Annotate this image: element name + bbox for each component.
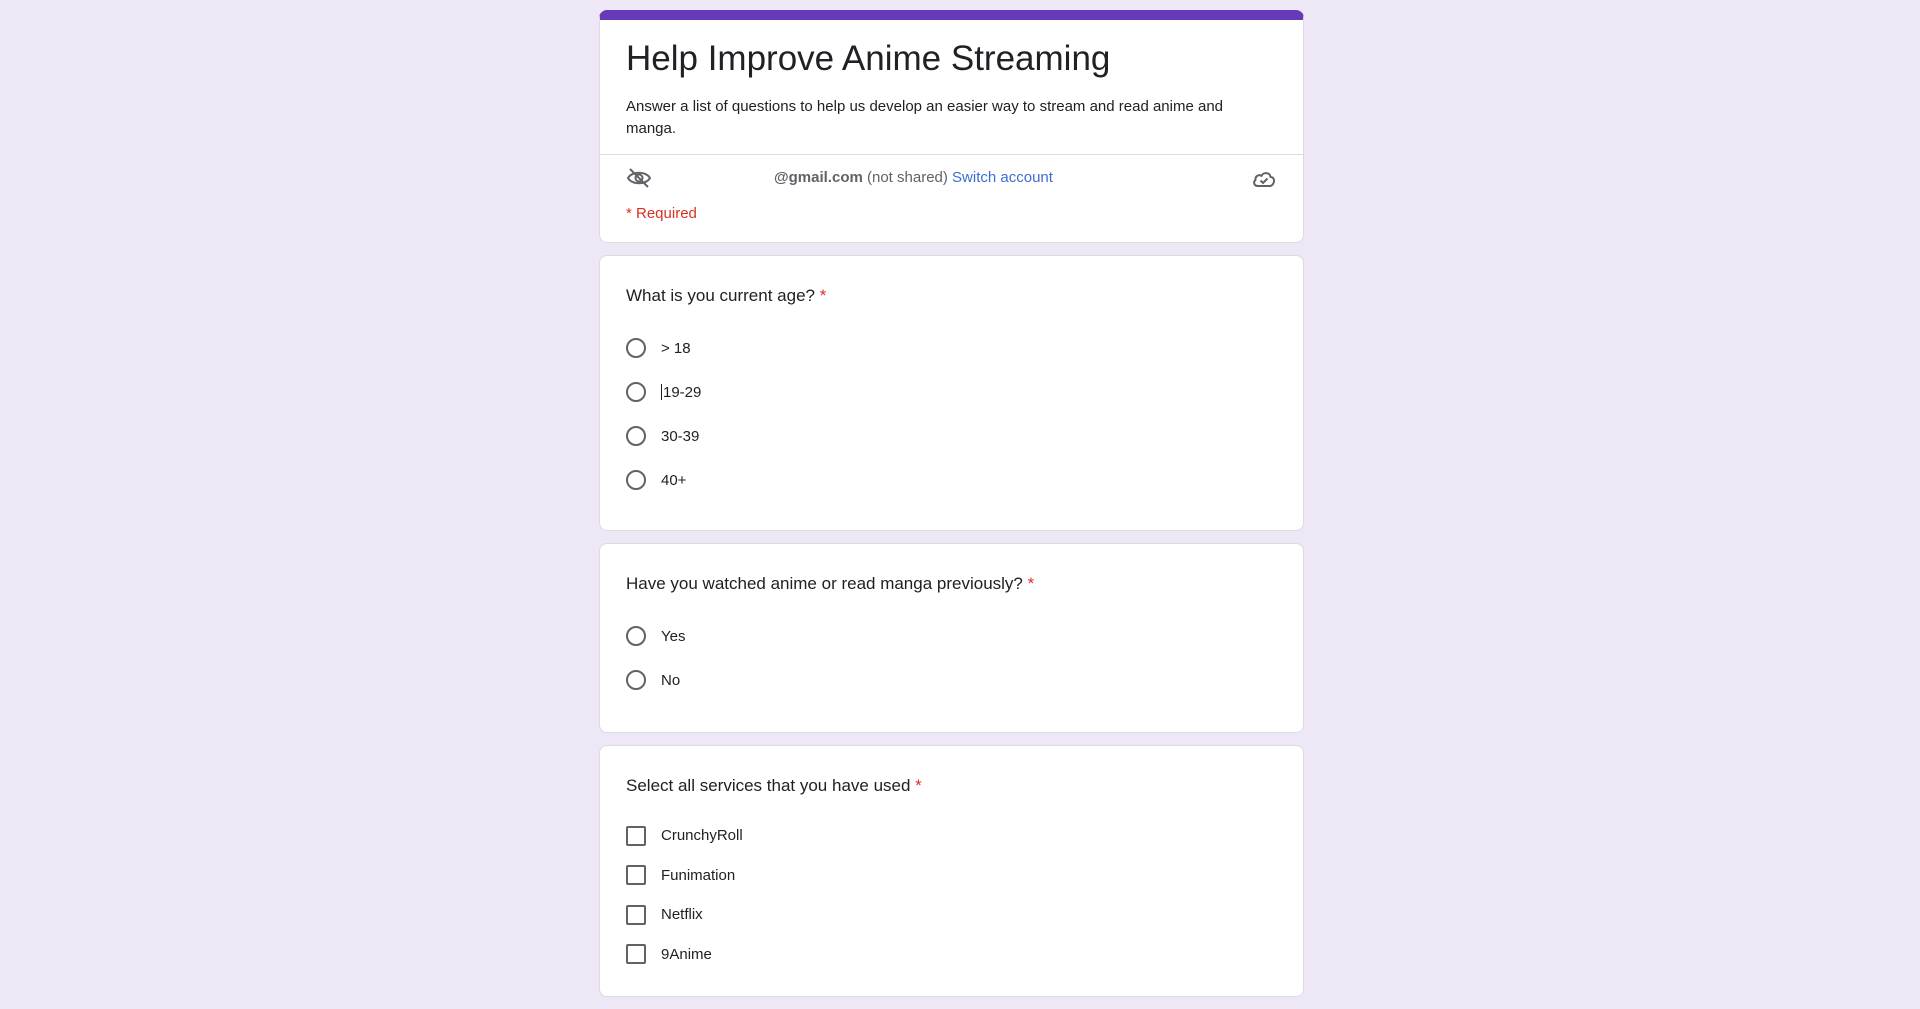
question-text: What is you current age? [626, 286, 815, 305]
question-text: Have you watched anime or read manga pre… [626, 574, 1023, 593]
option-label: Netflix [661, 906, 703, 924]
question-card-services: Select all services that you have used *… [599, 745, 1304, 997]
option-label: 19-29 [663, 383, 702, 401]
cloud-done-icon [1253, 172, 1276, 187]
radio-button[interactable] [626, 382, 646, 402]
form-description: Answer a list of questions to help us de… [626, 98, 1224, 137]
option-label-wrap: 19-29 [661, 383, 702, 401]
required-asterisk: * [1027, 574, 1035, 593]
checkbox[interactable] [626, 944, 646, 965]
option-label: 30-39 [661, 427, 700, 445]
option-label: 9Anime [661, 945, 712, 963]
radio-option[interactable]: 30-39 [626, 414, 1277, 458]
form-title: Help Improve Anime Streaming [626, 39, 1111, 78]
option-label: Funimation [661, 866, 736, 884]
checkbox[interactable] [626, 865, 646, 886]
form-header-card: Help Improve Anime Streaming Answer a li… [599, 10, 1304, 243]
account-row: @gmail.com (not shared) Switch account [600, 155, 1303, 201]
account-info: @gmail.com (not shared) Switch account [774, 169, 1053, 186]
radio-button[interactable] [626, 470, 646, 490]
not-shared-label: (not shared) [867, 169, 948, 186]
radio-option[interactable]: 19-29 [626, 370, 1277, 414]
option-label: > 18 [661, 339, 691, 357]
option-label: 40+ [661, 471, 687, 489]
question-text: Select all services that you have used [626, 776, 911, 795]
radio-button[interactable] [626, 670, 646, 690]
switch-account-link[interactable]: Switch account [952, 169, 1053, 186]
option-label: No [661, 671, 681, 689]
checkbox-option[interactable]: Funimation [626, 856, 1277, 896]
eye-off-icon[interactable] [626, 167, 652, 189]
text-cursor [661, 383, 662, 400]
checkbox[interactable] [626, 825, 646, 846]
radio-option[interactable]: > 18 [626, 326, 1277, 370]
question-title: Select all services that you have used * [626, 774, 1277, 798]
form-header: Help Improve Anime Streaming Answer a li… [600, 20, 1303, 155]
checkbox-option[interactable]: Netflix [626, 895, 1277, 935]
required-asterisk: * [819, 286, 827, 305]
option-label: CrunchyRoll [661, 827, 743, 845]
required-asterisk: * [915, 776, 922, 795]
question-title: Have you watched anime or read manga pre… [626, 572, 1277, 596]
checkbox[interactable] [626, 904, 646, 925]
radio-button[interactable] [626, 426, 646, 446]
radio-button[interactable] [626, 338, 646, 358]
question-card-age: What is you current age? * > 18 19-29 30… [599, 255, 1304, 531]
radio-option[interactable]: 40+ [626, 458, 1277, 502]
radio-option[interactable]: No [626, 658, 1277, 702]
question-card-watched: Have you watched anime or read manga pre… [599, 543, 1304, 733]
radio-button[interactable] [626, 626, 646, 646]
form-container: Help Improve Anime Streaming Answer a li… [599, 10, 1304, 1009]
required-note: * Required [626, 205, 697, 222]
checkbox-option[interactable]: CrunchyRoll [626, 816, 1277, 856]
question-title: What is you current age? * [626, 284, 1277, 308]
radio-option[interactable]: Yes [626, 614, 1277, 658]
account-email: @gmail.com [774, 169, 863, 186]
checkbox-option[interactable]: 9Anime [626, 935, 1277, 975]
option-label: Yes [661, 627, 686, 645]
